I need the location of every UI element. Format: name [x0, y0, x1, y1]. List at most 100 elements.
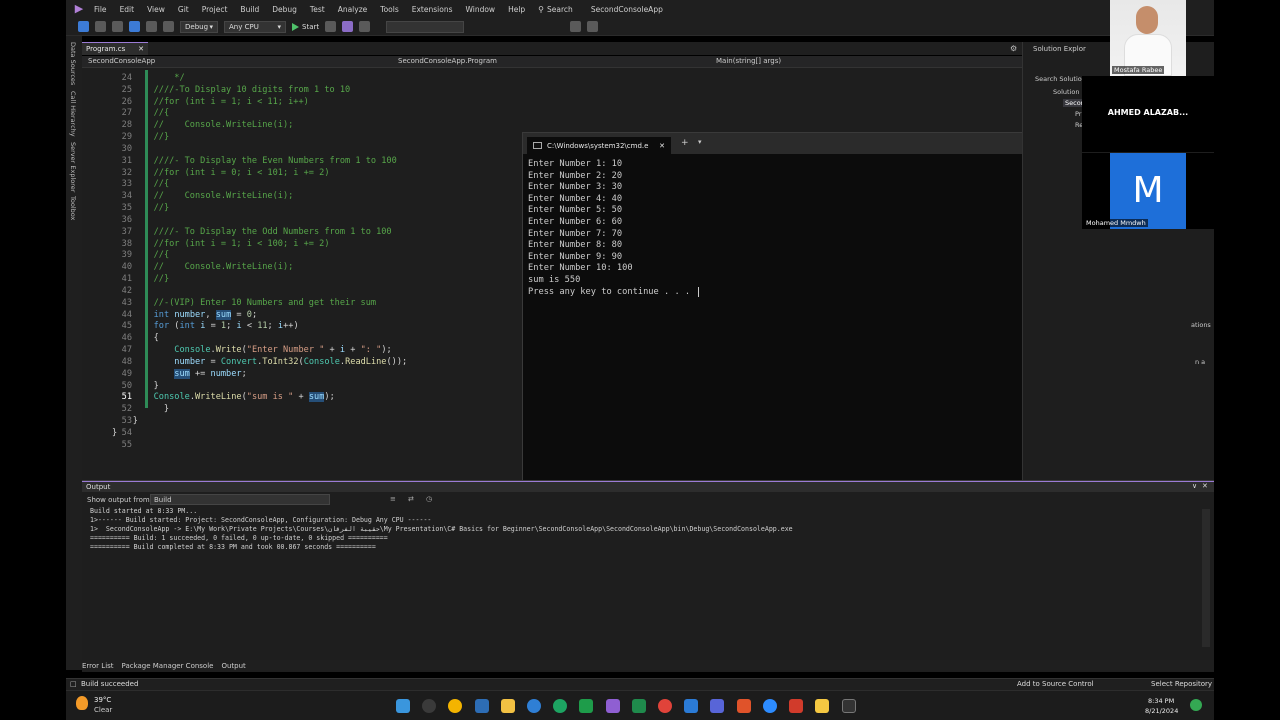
- code-line[interactable]: 41 //}: [82, 274, 522, 286]
- menu-debug[interactable]: Debug: [272, 5, 297, 14]
- open-icon[interactable]: [112, 21, 123, 32]
- terminal-icon[interactable]: [842, 699, 856, 713]
- data-sources-tab[interactable]: Data Sources: [69, 42, 77, 85]
- code-line[interactable]: 43 //-(VIP) Enter 10 Numbers and get thei…: [82, 298, 522, 310]
- code-line[interactable]: 52 }: [82, 404, 522, 416]
- properties-tree-item[interactable]: Pr: [1075, 110, 1081, 118]
- code-line[interactable]: 29 //}: [82, 132, 522, 144]
- code-line[interactable]: 48 number = Convert.ToInt32(Console.Read…: [82, 357, 522, 369]
- start-button[interactable]: Start: [292, 22, 319, 31]
- show-output-dropdown[interactable]: Build: [150, 494, 330, 505]
- search-icon[interactable]: [422, 699, 436, 713]
- settings-icon[interactable]: ⚙: [1010, 44, 1017, 53]
- start-menu-icon[interactable]: [396, 699, 410, 713]
- powerpoint-icon[interactable]: [789, 699, 803, 713]
- teams-icon[interactable]: [710, 699, 724, 713]
- start-without-debugging-icon[interactable]: [325, 21, 337, 32]
- code-line[interactable]: 39 //{: [82, 250, 522, 262]
- code-line[interactable]: 50}: [82, 381, 522, 393]
- task-view-icon[interactable]: [475, 699, 489, 713]
- menu-analyze[interactable]: Analyze: [338, 5, 368, 14]
- code-line[interactable]: 32 //for (int i = 0; i < 101; i += 2): [82, 168, 522, 180]
- comment-icon[interactable]: [587, 21, 599, 32]
- clock-time[interactable]: 8:34 PM: [1148, 697, 1174, 705]
- tab-package-manager-console[interactable]: Package Manager Console: [122, 662, 214, 670]
- call-hierarchy-tab[interactable]: Call Hierarchy: [69, 91, 77, 137]
- add-to-source-control-button[interactable]: Add to Source Control: [1017, 680, 1094, 688]
- menu-edit[interactable]: Edit: [120, 5, 135, 14]
- undo-icon[interactable]: [163, 21, 174, 32]
- vscode-icon[interactable]: [684, 699, 698, 713]
- code-line[interactable]: 37 ////- To Display the Odd Numbers from …: [82, 227, 522, 239]
- tab-output[interactable]: Output: [221, 662, 245, 670]
- search-box[interactable]: ⚲ Search: [538, 5, 573, 14]
- menu-build[interactable]: Build: [240, 5, 259, 14]
- code-line[interactable]: 36: [82, 215, 522, 227]
- excel-icon[interactable]: [632, 699, 646, 713]
- zoom-icon[interactable]: [763, 699, 777, 713]
- configuration-dropdown[interactable]: Debug ▾: [180, 20, 218, 33]
- code-line[interactable]: 53}: [82, 416, 522, 428]
- code-line[interactable]: 47 Console.Write("Enter Number " + i + "…: [82, 345, 522, 357]
- code-line[interactable]: 25 ////-To Display 10 digits from 1 to 10: [82, 85, 522, 97]
- tab-error-list[interactable]: Error List: [82, 662, 114, 670]
- select-repository-button[interactable]: Select Repository: [1151, 680, 1212, 688]
- clock-date[interactable]: 8/21/2024: [1145, 707, 1178, 715]
- new-project-icon[interactable]: [95, 21, 106, 32]
- platform-dropdown[interactable]: Any CPU ▾: [224, 20, 286, 33]
- close-icon[interactable]: ✕: [138, 45, 144, 53]
- chrome-profile-icon[interactable]: [658, 699, 672, 713]
- code-line[interactable]: 45 for (int i = 1; i < 11; i++): [82, 321, 522, 333]
- back-icon[interactable]: [78, 21, 89, 32]
- menu-test[interactable]: Test: [310, 5, 325, 14]
- menu-extensions[interactable]: Extensions: [412, 5, 453, 14]
- code-line[interactable]: 30: [82, 144, 522, 156]
- server-explorer-tab[interactable]: Server Explorer: [69, 142, 77, 192]
- menu-help[interactable]: Help: [508, 5, 525, 14]
- nav-member-dropdown[interactable]: Main(string[] args): [716, 57, 781, 65]
- code-line[interactable]: 55: [82, 440, 522, 452]
- code-line[interactable]: 49 sum += number;: [82, 368, 522, 381]
- hot-reload-icon[interactable]: [342, 21, 354, 32]
- menu-git[interactable]: Git: [178, 5, 189, 14]
- file-explorer-icon[interactable]: [501, 699, 515, 713]
- code-line[interactable]: 31 ////- To Display the Even Numbers from…: [82, 156, 522, 168]
- code-line[interactable]: 34 // Console.WriteLine(i);: [82, 191, 522, 203]
- menu-view[interactable]: View: [147, 5, 165, 14]
- code-line[interactable]: 44 int number, sum = 0;: [82, 309, 522, 322]
- close-icon[interactable]: ✕: [1202, 482, 1208, 490]
- solution-tree-item[interactable]: Solution ': [1053, 88, 1083, 96]
- chrome-icon[interactable]: [448, 699, 462, 713]
- menu-window[interactable]: Window: [465, 5, 495, 14]
- code-line[interactable]: 28 // Console.WriteLine(i);: [82, 120, 522, 132]
- nav-project-dropdown[interactable]: SecondConsoleApp: [88, 57, 155, 65]
- visual-studio-logo-icon[interactable]: ▶: [72, 3, 86, 15]
- bookmark-icon[interactable]: [570, 21, 582, 32]
- solution-search-input[interactable]: Search Solution: [1035, 75, 1086, 83]
- code-line[interactable]: 40 // Console.WriteLine(i);: [82, 262, 522, 274]
- code-line[interactable]: 42: [82, 286, 522, 298]
- output-scrollbar[interactable]: [1202, 509, 1210, 647]
- code-line[interactable]: 26 //for (int i = 1; i < 11; i++): [82, 97, 522, 109]
- notification-icon[interactable]: [1190, 699, 1202, 711]
- console-window[interactable]: C:\Windows\system32\cmd.e ✕ + ▾ Enter Nu…: [522, 132, 1083, 506]
- code-line[interactable]: 54}: [82, 428, 522, 440]
- code-line[interactable]: 51 Console.WriteLine("sum is " + sum);: [82, 392, 522, 404]
- toolbar-icon[interactable]: [359, 21, 371, 32]
- save-icon[interactable]: [129, 21, 140, 32]
- menu-file[interactable]: File: [94, 5, 107, 14]
- menu-project[interactable]: Project: [202, 5, 228, 14]
- notes-icon[interactable]: [815, 699, 829, 713]
- clock-icon[interactable]: ◷: [426, 495, 432, 503]
- pin-icon[interactable]: ∨: [1192, 482, 1197, 490]
- word-wrap-icon[interactable]: ≡: [390, 495, 396, 503]
- chrome-alt-icon[interactable]: [553, 699, 567, 713]
- tab-program-cs[interactable]: Program.cs ✕: [82, 42, 148, 55]
- chevron-down-icon[interactable]: ▾: [698, 138, 702, 146]
- code-line[interactable]: 38 //for (int i = 1; i < 100; i += 2): [82, 239, 522, 251]
- toolbar-empty-dropdown[interactable]: [386, 20, 465, 33]
- code-line[interactable]: 27 //{: [82, 108, 522, 120]
- code-line[interactable]: 35 //}: [82, 203, 522, 215]
- console-tab[interactable]: C:\Windows\system32\cmd.e ✕: [527, 137, 671, 154]
- nav-class-dropdown[interactable]: SecondConsoleApp.Program: [398, 57, 497, 65]
